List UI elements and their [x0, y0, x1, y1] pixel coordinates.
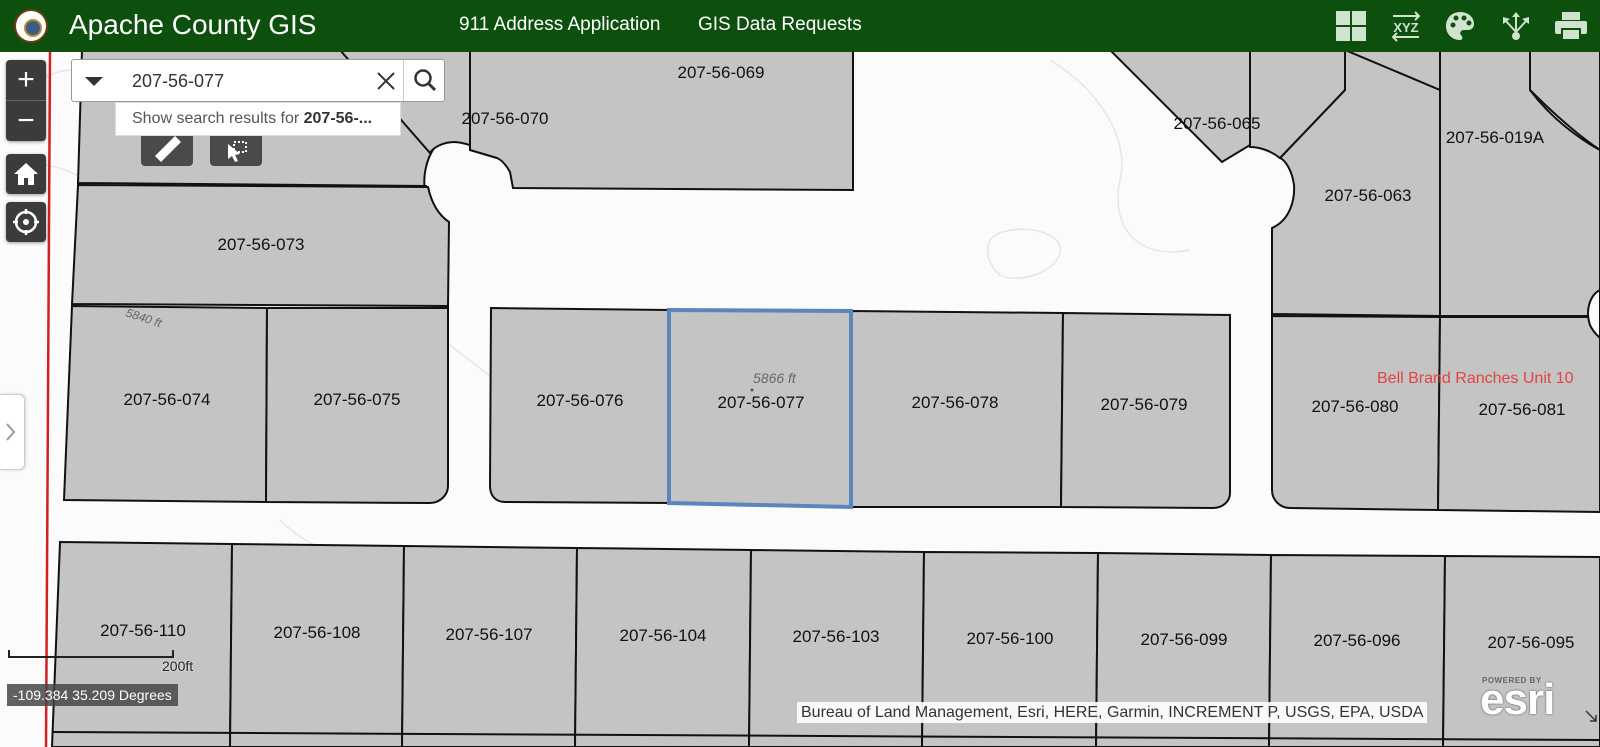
spot-elevation-marker: [750, 388, 754, 392]
parcel-shape[interactable]: [1110, 52, 1251, 164]
suggestion-prefix: Show search results for: [132, 110, 304, 127]
parcel-label: 207-56-063: [1325, 186, 1412, 205]
home-button[interactable]: [6, 154, 46, 194]
coordinate-readout: -109.384 35.209 Degrees: [7, 684, 178, 706]
resize-icon: [1585, 710, 1597, 722]
app-header: Apache County GIS 911 Address Applicatio…: [0, 0, 1600, 52]
subdivision-label: Bell Brand Ranches Unit 10: [1377, 370, 1574, 387]
app-title: Apache County GIS: [69, 9, 317, 40]
share-icon[interactable]: [1496, 6, 1536, 46]
xyz-coordinates-icon[interactable]: XYZ: [1385, 6, 1425, 46]
esri-logo: POWERED BY esri: [1480, 676, 1562, 722]
parcel-label: 207-56-074: [124, 390, 211, 409]
esri-wordmark: esri: [1480, 675, 1555, 724]
parcel-label: 207-56-070: [462, 109, 549, 128]
suggestion-term: 207-56-...: [303, 110, 373, 127]
parcel-label: 207-56-104: [620, 626, 707, 645]
parcel-label: 207-56-107: [446, 625, 533, 644]
search-input[interactable]: [130, 68, 374, 94]
parcel-label: 207-56-099: [1141, 630, 1228, 649]
search-widget: [71, 59, 445, 102]
basemap-gallery-icon[interactable]: [1331, 6, 1371, 46]
home-icon: [6, 154, 46, 194]
contour-label: 5866 ft: [753, 370, 797, 386]
parcel-label: 207-56-081: [1479, 400, 1566, 419]
zoom-in-button[interactable]: +: [6, 60, 46, 101]
close-icon: [377, 72, 395, 90]
nav-link-gis-data-requests[interactable]: GIS Data Requests: [698, 14, 862, 36]
parcel-label: 207-56-110: [100, 621, 186, 640]
locate-button[interactable]: [6, 202, 46, 242]
parcel-label: 207-56-073: [218, 235, 305, 254]
chevron-right-icon: [6, 423, 16, 441]
parcel-shape[interactable]: [228, 542, 406, 747]
map-attribution: Bureau of Land Management, Esri, HERE, G…: [797, 702, 1428, 723]
parcel-label: 207-56-069: [678, 63, 765, 82]
zoom-controls: + −: [6, 60, 46, 141]
parcel-shape[interactable]: [50, 540, 234, 747]
print-icon[interactable]: [1550, 6, 1590, 46]
parcel-label: 207-56-080: [1312, 397, 1399, 416]
parcel-label: 207-56-078: [912, 393, 999, 412]
parcel-label: 207-56-079: [1101, 395, 1188, 414]
parcel-label: 207-56-075: [314, 390, 401, 409]
parcel-label: 207-56-077: [718, 393, 805, 412]
county-boundary-line: [44, 52, 52, 747]
search-suggestion[interactable]: Show search results for 207-56-...: [115, 102, 401, 136]
parcel-label: 207-56-096: [1314, 631, 1401, 650]
parcel-label: 207-56-103: [793, 627, 880, 646]
parcel-label: 207-56-095: [1488, 633, 1575, 652]
parcel-label: 207-56-076: [537, 391, 624, 410]
locate-icon: [6, 202, 46, 242]
parcel-label: 207-56-019A: [1446, 128, 1545, 147]
map-view[interactable]: 207-56-069 207-56-070 207-56-065 207-56-…: [0, 52, 1600, 747]
parcel-label: 207-56-100: [967, 629, 1054, 648]
zoom-out-button[interactable]: −: [6, 101, 46, 141]
layer-styles-icon[interactable]: [1440, 6, 1480, 46]
parcel-shape[interactable]: [400, 544, 579, 747]
nav-link-911-address[interactable]: 911 Address Application: [459, 14, 660, 36]
parcel-label: 207-56-065: [1174, 114, 1261, 133]
side-panel-toggle[interactable]: [0, 394, 25, 470]
scale-label: 200ft: [162, 658, 194, 674]
xyz-label: XYZ: [1393, 20, 1418, 35]
county-seal-logo: [14, 9, 48, 43]
parcel-shape[interactable]: [573, 546, 753, 747]
parcel-label: 207-56-108: [274, 623, 361, 642]
search-button[interactable]: [403, 60, 446, 101]
scale-bar: [8, 650, 174, 658]
clear-search-button[interactable]: [370, 60, 402, 101]
search-icon: [414, 69, 437, 92]
search-source-dropdown[interactable]: [72, 60, 116, 101]
